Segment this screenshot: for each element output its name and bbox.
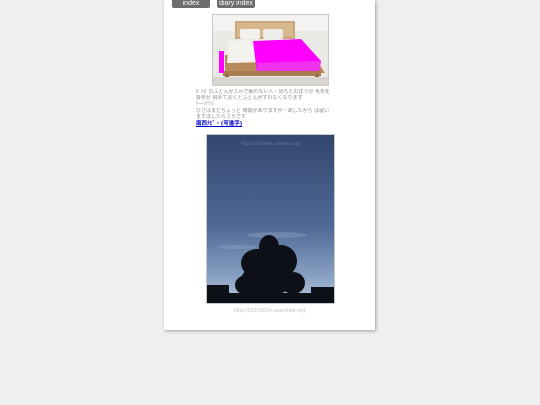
sky-photo: http://10103004.searchbs.org [206,134,335,304]
caption-line: ひさはまだちょっと 時間がありますが・あしたから は寝い [196,107,330,114]
bed-image [213,15,328,85]
sky-watermark: http://10103004.searchbs.org [241,141,300,146]
caption-link[interactable]: 南西ﾅﾋﾞ・(写進字) [196,121,344,127]
index-button[interactable]: index [172,0,210,8]
caption-line: ますほしたらさらです [196,113,246,120]
content-panel: index diary index ﾀﾞﾒﾀﾞのふとんが１ｍで眠れない人 - 見… [164,0,375,330]
footer-url[interactable]: http://10103004.searchbs.org [164,308,375,314]
bed-photo [212,14,329,86]
diary-index-button[interactable]: diary index [217,0,255,8]
caption-text: ﾀﾞﾒﾀﾞのふとんが１ｍで眠れない人 - 見ちとのほうが 毛布を 掛布が 斜めて… [196,89,344,127]
sky-tree-image [207,135,334,303]
